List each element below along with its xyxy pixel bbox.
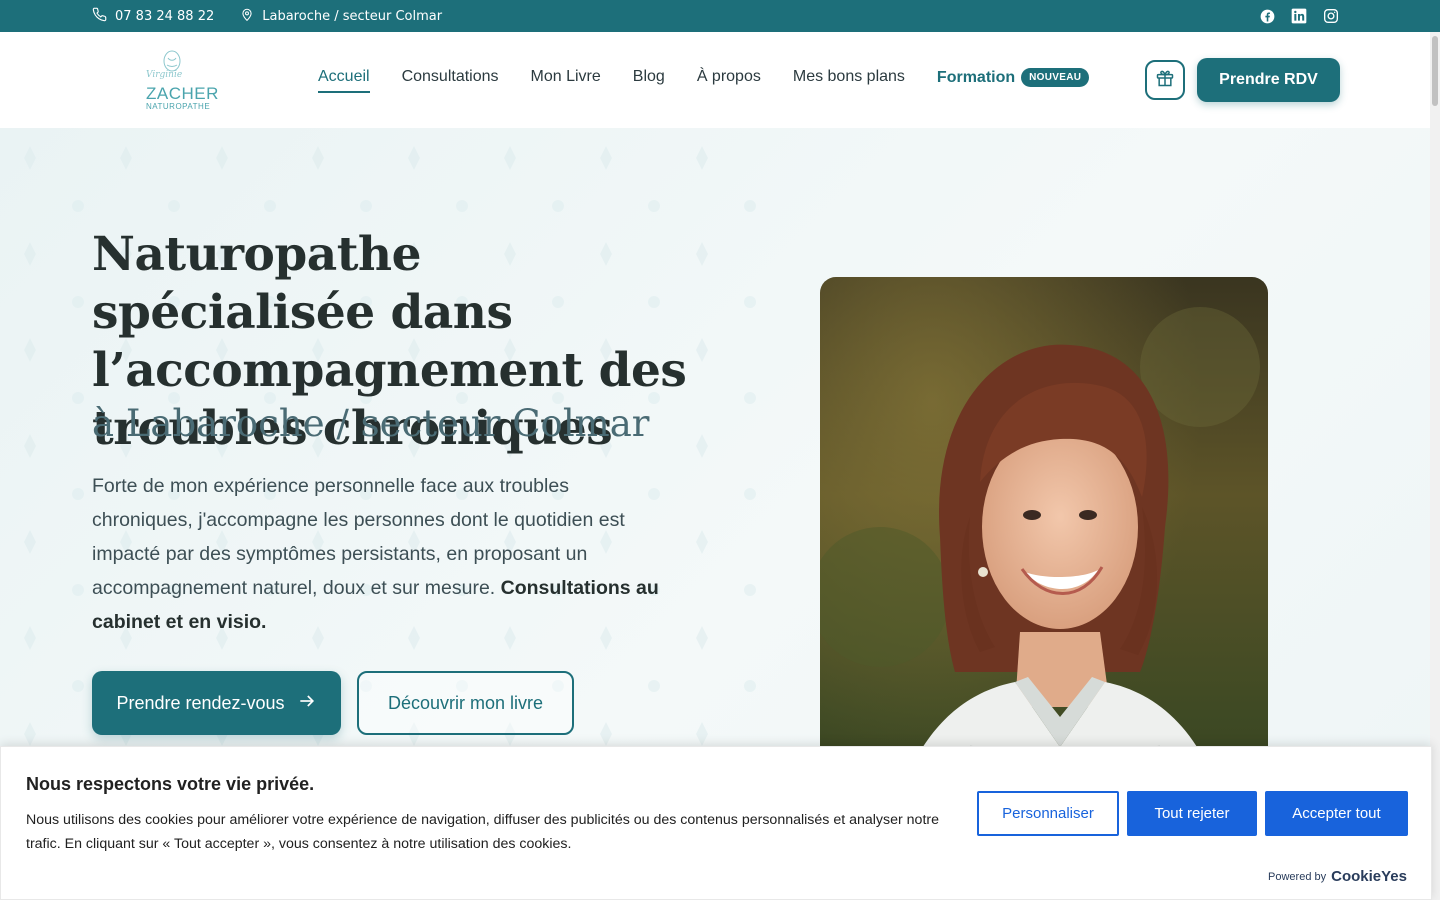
cookie-customize-button[interactable]: Personnaliser [977, 791, 1119, 836]
logo-script: Virginie [146, 70, 183, 80]
linkedin-icon[interactable] [1290, 7, 1308, 25]
social-links [1258, 7, 1340, 25]
nav-item-a-propos[interactable]: À propos [697, 68, 761, 87]
site-header: Virginie ZACHER NATUROPATHE Accueil Cons… [0, 32, 1430, 128]
nav-item-formation[interactable]: Formation NOUVEAU [936, 68, 1090, 87]
instagram-icon[interactable] [1322, 7, 1340, 25]
new-badge: NOUVEAU [1021, 68, 1090, 87]
gift-icon [1155, 68, 1175, 92]
gift-card-button[interactable] [1145, 60, 1185, 100]
map-pin-icon [240, 7, 254, 26]
cookie-text: Nous utilisons des cookies pour améliore… [26, 812, 939, 852]
book-appointment-hero-button[interactable]: Prendre rendez-vous [92, 671, 341, 735]
hero-intro: Forte de mon expérience personnelle face… [92, 469, 662, 639]
arrow-right-icon [297, 691, 317, 716]
scrollbar-thumb[interactable] [1432, 36, 1438, 106]
cookieyes-branding[interactable]: Powered by CookieYes [1268, 868, 1407, 885]
top-bar: 07 83 24 88 22 Labaroche / secteur Colma… [0, 0, 1440, 32]
logo-name: ZACHER [146, 84, 219, 103]
location-text: Labaroche / secteur Colmar [262, 8, 443, 24]
phone-number: 07 83 24 88 22 [115, 8, 215, 24]
site-logo[interactable]: Virginie ZACHER NATUROPATHE [140, 50, 218, 112]
cookie-accept-button[interactable]: Accepter tout [1265, 791, 1408, 836]
nav-item-mon-livre[interactable]: Mon Livre [531, 68, 601, 87]
nav-item-accueil[interactable]: Accueil [318, 68, 370, 93]
nav-item-consultations[interactable]: Consultations [402, 68, 499, 87]
facebook-icon[interactable] [1258, 7, 1276, 25]
cookie-consent-banner: Nous respectons votre vie privée. Nous u… [0, 746, 1432, 900]
hero-subtitle: à Labaroche / secteur Colmar [92, 402, 650, 445]
book-appointment-button[interactable]: Prendre RDV [1197, 58, 1340, 102]
powered-by-label: Powered by [1268, 870, 1327, 883]
phone-link[interactable]: 07 83 24 88 22 [92, 7, 214, 26]
logo-subtitle: NATUROPATHE [146, 102, 211, 111]
cookie-reject-button[interactable]: Tout rejeter [1127, 791, 1257, 836]
contact-info: 07 83 24 88 22 Labaroche / secteur Colma… [92, 0, 442, 32]
cookieyes-logo: CookieYes [1331, 868, 1407, 885]
book-appointment-hero-label: Prendre rendez-vous [116, 692, 285, 713]
discover-book-button[interactable]: Découvrir mon livre [357, 671, 574, 735]
nav-item-mes-bons-plans[interactable]: Mes bons plans [793, 68, 905, 87]
cookie-title: Nous respectons votre vie privée. [26, 774, 315, 794]
main-nav: Accueil Consultations Mon Livre Blog À p… [318, 68, 1090, 93]
location-link[interactable]: Labaroche / secteur Colmar [240, 7, 442, 26]
nav-item-blog[interactable]: Blog [633, 68, 665, 87]
phone-icon [92, 7, 107, 26]
nav-item-formation-label: Formation [936, 68, 1016, 86]
